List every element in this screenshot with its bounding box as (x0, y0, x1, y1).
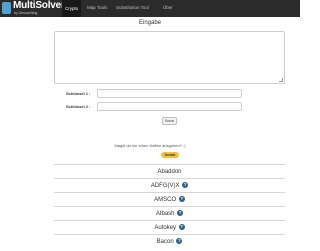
list-item-atbash[interactable]: Atbash ? (54, 206, 285, 220)
cipher-list: Abaddon ADFG(V)X ? AMSCO ? Atbash ? Auto… (54, 164, 285, 248)
info-icon[interactable]: ? (177, 210, 184, 217)
list-item-label: Abaddon (157, 169, 182, 175)
logo-icon (2, 2, 11, 14)
donate-button[interactable]: Donate (161, 152, 179, 158)
key1-input[interactable] (97, 89, 242, 98)
key2-input[interactable] (97, 102, 242, 111)
resize-handle-icon[interactable] (279, 78, 283, 82)
brand-title: MultiSolver (13, 0, 65, 11)
list-item-label: Atbash (155, 211, 175, 217)
list-item-amsco[interactable]: AMSCO ? (54, 192, 285, 206)
key2-label: Schlüssel 2 : (66, 104, 91, 109)
coffee-text: Magst du mir einen Kaffee ausgeben? :) (114, 143, 186, 148)
solve-button[interactable]: Solve (162, 117, 177, 125)
info-icon[interactable]: ? (178, 224, 185, 231)
info-icon[interactable]: ? (182, 182, 189, 189)
info-icon[interactable]: ? (176, 238, 183, 245)
brand-logo[interactable]: MultiSolver by Geocaching (2, 0, 65, 16)
tab-about[interactable]: Über (160, 3, 176, 13)
list-item-label: Bacon (156, 239, 174, 245)
navbar: MultiSolver by Geocaching Crypto Map Too… (0, 0, 300, 17)
list-item-abaddon[interactable]: Abaddon (54, 164, 285, 178)
list-item-bacon[interactable]: Bacon ? (54, 234, 285, 248)
list-item-adfgvx[interactable]: ADFG(V)X ? (54, 178, 285, 192)
list-item-label: ADFG(V)X (150, 183, 180, 189)
list-item-label: Autokey (154, 225, 176, 231)
brand-subtitle: by Geocaching (14, 11, 38, 15)
info-icon[interactable]: ? (178, 196, 185, 203)
input-section-title: Eingabe (138, 20, 162, 26)
input-textarea[interactable] (54, 31, 285, 84)
tab-crypto[interactable]: Crypto (62, 0, 82, 17)
tab-map-tools[interactable]: Map Tools (84, 3, 110, 13)
list-item-label: AMSCO (154, 197, 177, 203)
key1-label: Schlüssel 1 : (66, 91, 91, 96)
tab-substitution-tool[interactable]: Substitution Tool (113, 3, 152, 13)
list-item-autokey[interactable]: Autokey ? (54, 220, 285, 234)
